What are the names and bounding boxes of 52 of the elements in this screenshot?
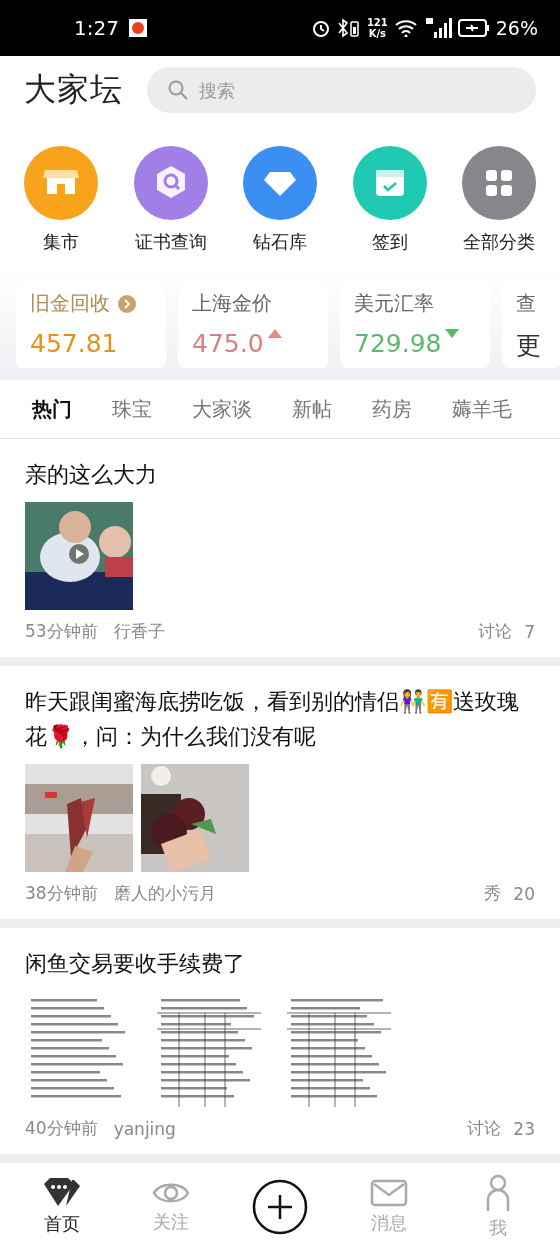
network-speed-unit: K/s [368,28,386,39]
shortcut-button[interactable]: 证书查询 [127,146,214,270]
chat-bubble-icon [42,1177,83,1208]
price-title: 美元汇率 [354,290,434,317]
category-tab[interactable]: 药房 [372,395,412,423]
price-title: 上海金价 [192,290,272,317]
price-value: 729.98 [354,329,442,358]
shortcut-button[interactable]: 签到 [346,146,433,270]
category-tab[interactable]: 热门 [32,395,72,423]
plus-icon [252,1178,308,1235]
shortcut-button[interactable]: 全部分类 [456,146,542,270]
reply-count: 7 [524,621,535,642]
price-value: 457.81 [30,329,118,358]
post-author[interactable]: yanjing [113,1118,176,1139]
price-value: 475.0 [192,329,264,358]
post-title[interactable]: 闲鱼交易要收手续费了 [25,946,535,981]
network-speed: 121 [366,17,388,28]
category-tab[interactable]: 大家谈 [192,395,252,423]
shortcut-button[interactable]: 钻石库 [237,146,323,270]
bluetooth-icon [336,18,361,38]
new-post-button[interactable] [250,1178,310,1235]
app-notification-icon [128,19,147,37]
post-tag: 秀 [484,882,502,905]
app-logo: 大家坛 [24,69,123,110]
post-time: 40分钟前 [25,1117,98,1140]
post-tag: 讨论 [478,620,513,643]
shortcut-button[interactable]: 集市 [18,146,104,270]
search-icon [167,79,189,101]
alarm-icon [310,18,331,38]
category-tab[interactable]: 新帖 [292,395,332,423]
post-title[interactable]: 昨天跟闺蜜海底捞吃饭，看到别的情侣👫🈶送玫瑰花🌹，问：为什么我们没有呢 [25,684,535,754]
person-icon [484,1173,511,1212]
post-time: 38分钟前 [25,882,98,905]
price-title: 查 [516,290,536,317]
mail-icon [369,1178,408,1207]
category-tab[interactable]: 薅羊毛 [452,395,512,423]
status-time: 1:27 [74,16,119,40]
post-tag: 讨论 [467,1117,502,1140]
price-value: 更 [516,330,541,362]
reply-count: 23 [513,1118,535,1139]
search-field[interactable]: 搜索 [147,67,536,113]
reply-count: 20 [513,883,535,904]
post-time: 53分钟前 [25,620,98,643]
battery-charging-icon [457,19,490,37]
post-author[interactable]: 行香子 [113,620,165,643]
category-tab[interactable]: 珠宝 [112,395,152,423]
nav-tab[interactable]: 首页 [32,1177,93,1236]
signal-icon [425,18,452,38]
battery-percent: 26% [495,17,538,39]
post-author[interactable]: 磨人的小污月 [113,882,216,905]
post-title[interactable]: 亲的这么大力 [25,457,535,492]
price-title: 旧金回收 [30,290,110,317]
